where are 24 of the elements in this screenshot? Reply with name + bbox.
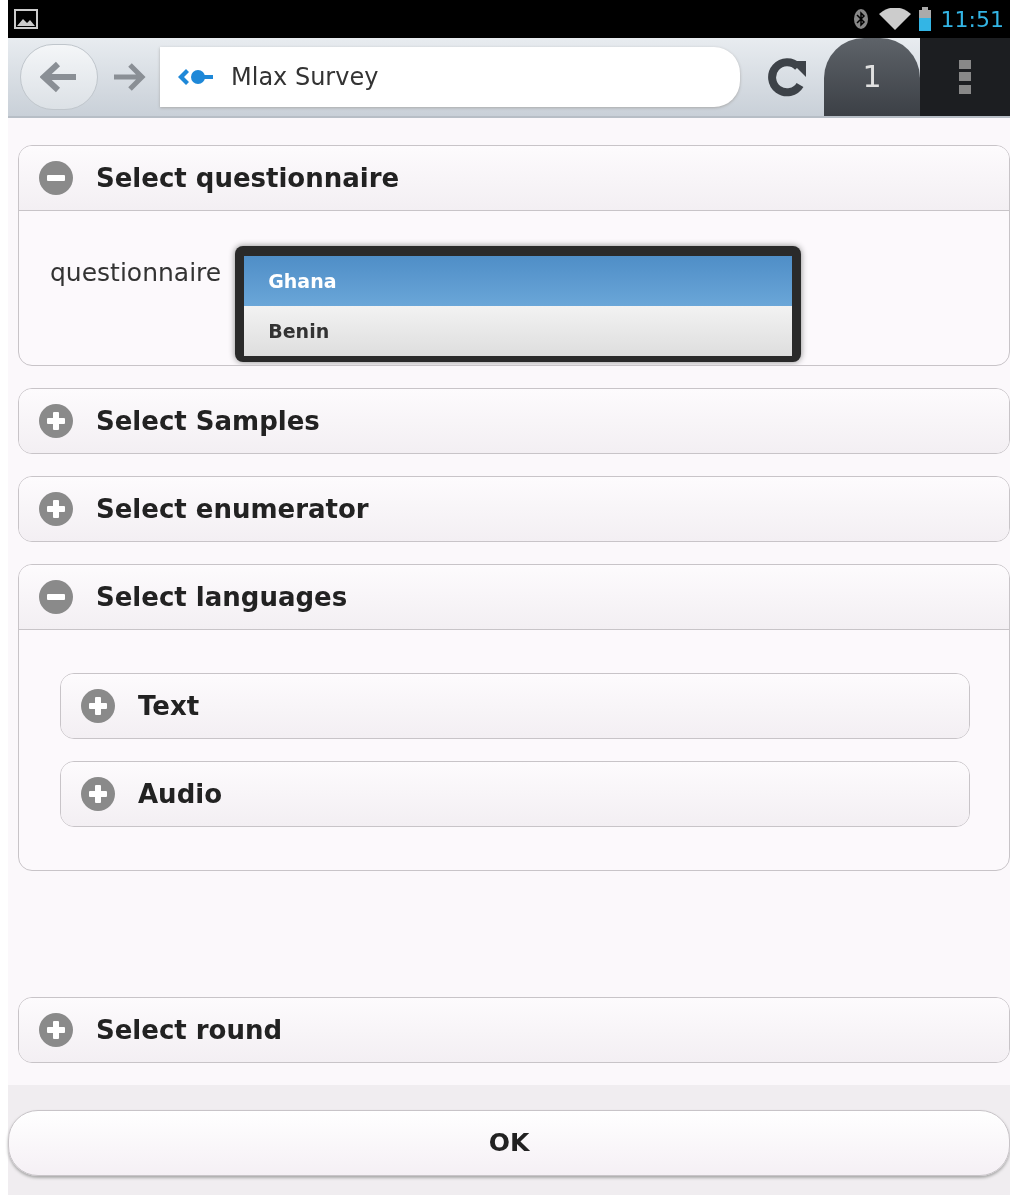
back-arrow-icon xyxy=(40,61,78,93)
tab-switcher-button[interactable]: 1 xyxy=(824,38,920,116)
section-header[interactable]: Select enumerator xyxy=(19,477,1009,541)
menu-icon[interactable] xyxy=(959,60,971,94)
site-logo-icon xyxy=(176,66,214,88)
section-header[interactable]: Select questionnaire xyxy=(19,146,1009,210)
page-title: Mlax Survey xyxy=(231,62,379,93)
ok-button[interactable]: OK xyxy=(8,1110,1010,1176)
gallery-icon xyxy=(14,9,38,29)
clock: 11:51 xyxy=(940,5,1004,34)
forward-arrow-icon xyxy=(112,62,146,92)
section-header[interactable]: Select Samples xyxy=(19,389,1009,453)
reload-icon xyxy=(766,57,808,97)
dropdown-option[interactable]: Benin xyxy=(244,306,793,356)
section-header[interactable]: Select languages xyxy=(19,565,1009,629)
section-header[interactable]: Audio xyxy=(61,762,969,826)
section-header[interactable]: Text xyxy=(61,674,969,738)
dropdown-list[interactable]: Ghana Benin xyxy=(235,246,802,362)
wifi-icon xyxy=(878,8,911,30)
field-label: questionnaire xyxy=(50,257,222,289)
bluetooth-icon xyxy=(852,8,869,30)
battery-icon xyxy=(918,7,931,31)
address-bar[interactable]: Mlax Survey xyxy=(160,47,740,107)
section-header[interactable]: Select round xyxy=(19,998,1009,1062)
